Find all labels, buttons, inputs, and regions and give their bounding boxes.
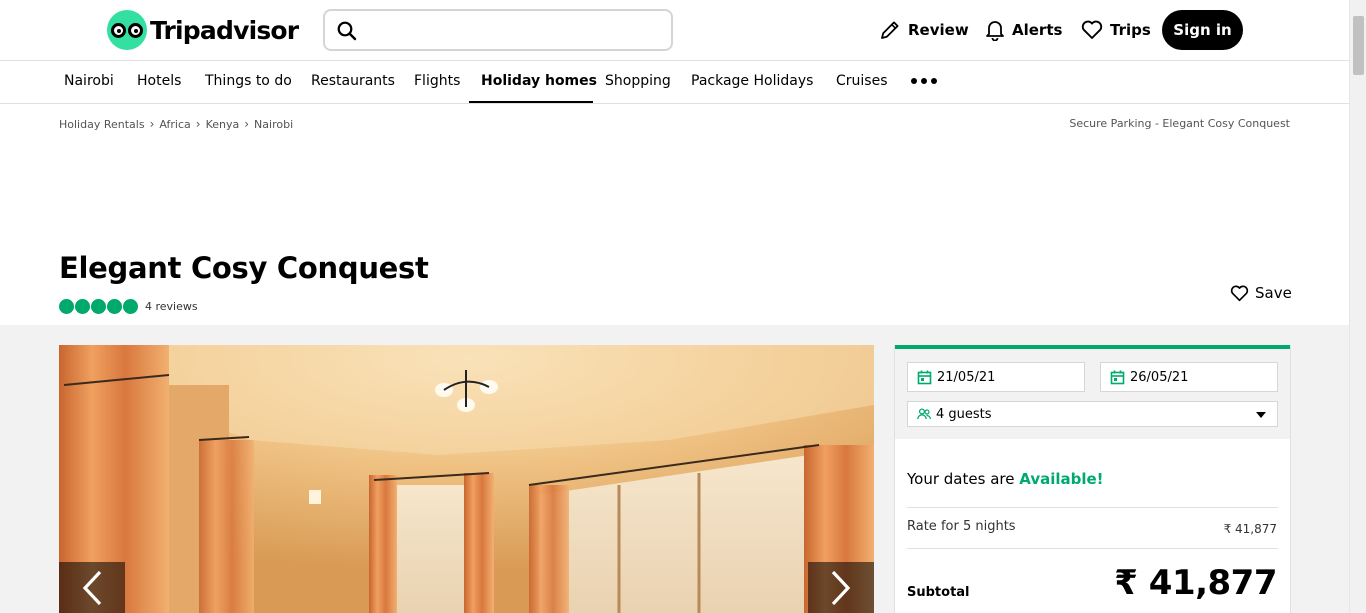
sign-in-button[interactable]: Sign in <box>1162 10 1243 50</box>
breadcrumb-current: Secure Parking - Elegant Cosy Conquest <box>1069 117 1290 130</box>
checkin-date-value: 21/05/21 <box>937 369 996 385</box>
chevron-right-icon <box>831 570 851 605</box>
search-icon <box>337 21 357 41</box>
category-nav: Nairobi Hotels Things to do Restaurants … <box>0 61 1349 104</box>
trips-label: Trips <box>1110 21 1151 39</box>
nav-item-shopping[interactable]: Shopping <box>605 61 671 103</box>
room-photo-image <box>59 345 874 613</box>
next-photo-button[interactable] <box>808 562 874 613</box>
breadcrumb-nairobi[interactable]: Nairobi <box>254 118 293 131</box>
nav-item-cruises[interactable]: Cruises <box>836 61 888 103</box>
search-input[interactable] <box>371 17 661 43</box>
chevron-right-icon: › <box>195 117 201 131</box>
alerts-label: Alerts <box>1012 21 1063 39</box>
divider <box>907 548 1278 549</box>
save-button[interactable]: Save <box>1230 284 1292 302</box>
trips-link[interactable]: Trips <box>1081 12 1151 48</box>
listing-photo[interactable] <box>59 345 874 613</box>
save-label: Save <box>1255 284 1292 302</box>
nav-item-nairobi[interactable]: Nairobi <box>64 61 114 103</box>
checkout-date-value: 26/05/21 <box>1130 369 1189 385</box>
logo-text: Tripadvisor <box>150 15 299 45</box>
previous-photo-button[interactable] <box>59 562 125 613</box>
checkout-date-field[interactable]: 26/05/21 <box>1100 362 1278 392</box>
rating-bubble-icon <box>59 299 74 314</box>
page-title: Elegant Cosy Conquest <box>59 251 429 285</box>
rating-bubble-icon <box>91 299 106 314</box>
nav-item-hotels[interactable]: Hotels <box>137 61 181 103</box>
availability-prefix: Your dates are <box>907 470 1015 488</box>
nav-item-package-holidays[interactable]: Package Holidays <box>691 61 813 103</box>
chevron-left-icon <box>82 570 102 605</box>
heart-icon <box>1081 20 1103 39</box>
top-header: Tripadvisor Review Alerts Trips Sign in <box>0 0 1349 61</box>
reviews-count-link[interactable]: 4 reviews <box>145 300 198 313</box>
review-label: Review <box>908 21 969 39</box>
breadcrumb: Holiday Rentals › Africa › Kenya › Nairo… <box>59 117 293 131</box>
checkin-date-field[interactable]: 21/05/21 <box>907 362 1085 392</box>
guests-icon <box>917 408 931 420</box>
rating-summary[interactable]: 4 reviews <box>59 299 198 314</box>
alerts-link[interactable]: Alerts <box>985 12 1062 48</box>
chevron-right-icon: › <box>244 117 250 131</box>
guests-select[interactable]: 4 guests <box>907 401 1278 427</box>
heart-icon <box>1230 285 1249 301</box>
nav-item-restaurants[interactable]: Restaurants <box>311 61 395 103</box>
nav-item-holiday-homes[interactable]: Holiday homes <box>469 61 597 103</box>
availability-status: Available! <box>1019 470 1104 488</box>
divider <box>907 507 1278 508</box>
subtotal-label: Subtotal <box>907 585 970 600</box>
rating-bubble-icon <box>107 299 122 314</box>
rating-bubble-icon <box>123 299 138 314</box>
breadcrumb-africa[interactable]: Africa <box>159 118 190 131</box>
availability-message: Your dates are Available! <box>907 470 1104 488</box>
breadcrumb-holiday-rentals[interactable]: Holiday Rentals <box>59 118 145 131</box>
rate-value: ₹ 41,877 <box>1223 522 1277 536</box>
owl-logo-icon <box>107 10 147 50</box>
bell-icon <box>986 21 1004 41</box>
rating-bubble-icon <box>75 299 90 314</box>
more-dots-icon[interactable] <box>911 78 937 84</box>
search-box[interactable] <box>323 9 673 51</box>
pencil-icon <box>881 21 899 39</box>
booking-panel: 21/05/21 26/05/21 4 guests Your dates ar… <box>894 345 1291 613</box>
review-link[interactable]: Review <box>879 12 969 48</box>
page-scrollbar[interactable] <box>1349 0 1366 613</box>
chevron-right-icon: › <box>149 117 155 131</box>
page: Tripadvisor Review Alerts Trips Sign in … <box>0 0 1366 613</box>
calendar-icon <box>1110 370 1125 384</box>
subtotal-value: ₹ 41,877 <box>1114 563 1277 603</box>
chevron-down-icon <box>1256 412 1266 418</box>
nav-item-things-to-do[interactable]: Things to do <box>205 61 292 103</box>
calendar-icon <box>917 370 932 384</box>
nav-item-flights[interactable]: Flights <box>414 61 460 103</box>
scrollbar-thumb[interactable] <box>1353 16 1364 75</box>
tripadvisor-logo[interactable]: Tripadvisor <box>107 10 299 50</box>
rate-label: Rate for 5 nights <box>907 519 1016 534</box>
breadcrumb-kenya[interactable]: Kenya <box>206 118 240 131</box>
guests-value: 4 guests <box>936 406 992 422</box>
booking-inputs: 21/05/21 26/05/21 4 guests <box>895 345 1290 439</box>
